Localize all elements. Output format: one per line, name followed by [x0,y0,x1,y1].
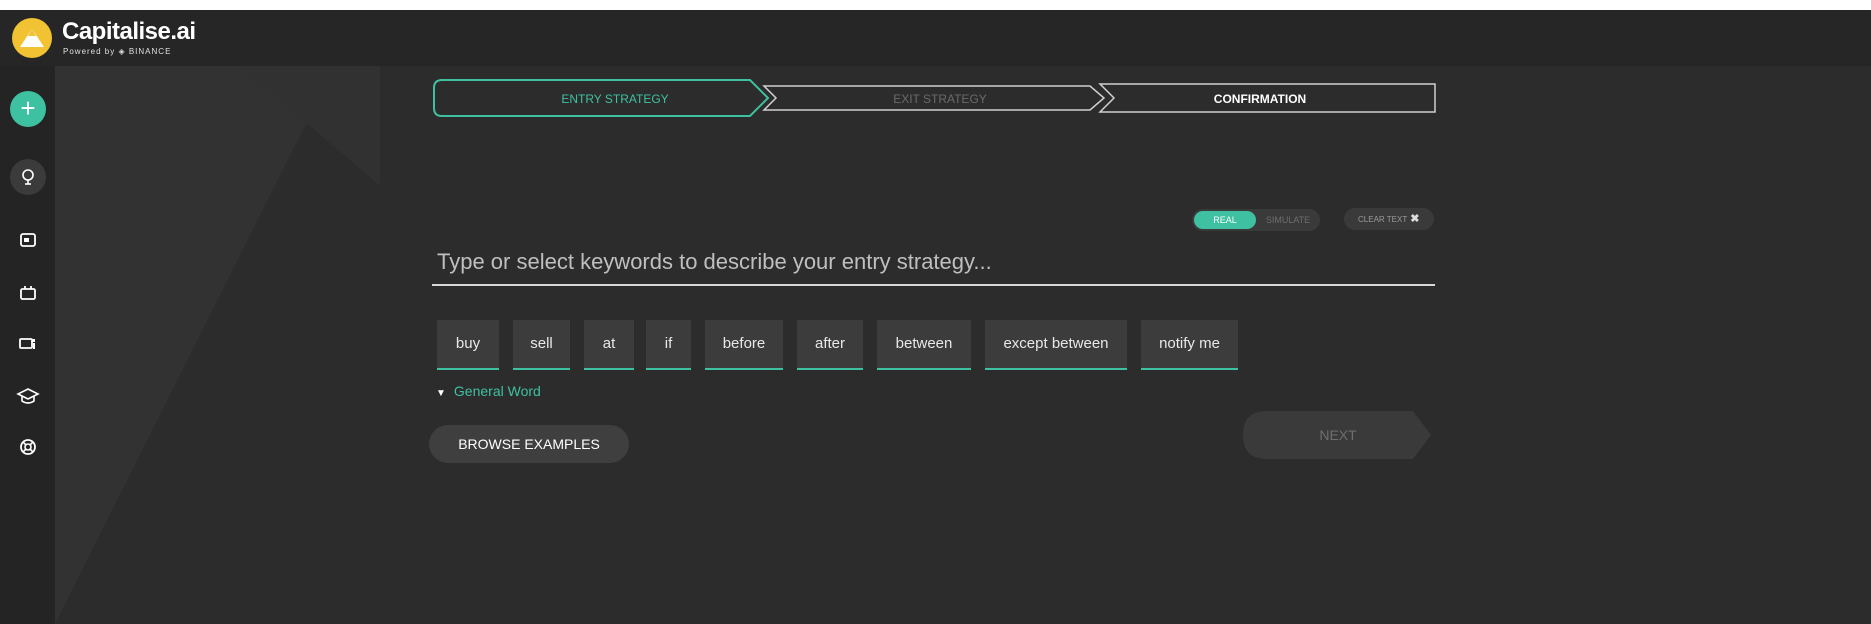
plus-icon: + [20,93,36,123]
clear-text-label: CLEAR TEXT [1358,215,1408,224]
step-exit-strategy[interactable]: EXIT STRATEGY [790,92,1090,106]
step-confirmation[interactable]: CONFIRMATION [1110,92,1410,106]
brand-name: Capitalise.ai [62,18,196,45]
general-word-toggle[interactable]: ▼ General Word [436,383,541,399]
keyword-at[interactable]: at [584,320,634,370]
notifications-button[interactable] [14,330,42,358]
ideas-button[interactable] [10,159,46,195]
keyword-sell[interactable]: sell [513,320,570,370]
simulate-mode-option[interactable]: SIMULATE [1258,211,1318,229]
browse-examples-button[interactable]: BROWSE EXAMPLES [429,425,629,463]
keyword-buy[interactable]: buy [437,320,499,370]
keyword-before[interactable]: before [705,320,783,370]
keyword-except-between[interactable]: except between [985,320,1127,370]
real-mode-option[interactable]: REAL [1194,211,1256,229]
top-bar: Capitalise.ai Powered by ◈ BINANCE [0,10,1871,66]
strategy-input[interactable] [432,240,1435,286]
logo[interactable] [12,18,52,58]
next-button[interactable]: NEXT [1243,411,1433,459]
next-label: NEXT [1319,427,1357,443]
clear-text-button[interactable]: CLEAR TEXT ✖ [1344,208,1434,230]
keyword-if[interactable]: if [646,320,691,370]
keyword-notify-me[interactable]: notify me [1141,320,1238,370]
keyword-after[interactable]: after [797,320,863,370]
sidebar: + [0,66,55,624]
lightbulb-icon [22,169,34,185]
close-icon: ✖ [1410,213,1420,225]
background-stripe [240,66,380,186]
mode-toggle[interactable]: REAL SIMULATE [1192,209,1320,231]
general-word-label: General Word [453,383,541,399]
dashboard-icon [20,233,36,247]
briefcase-icon [20,286,36,300]
notification-icon [19,338,35,349]
keyword-between[interactable]: between [877,320,971,370]
step-entry-strategy[interactable]: ENTRY STRATEGY [500,92,730,106]
dashboard-button[interactable] [14,226,42,254]
portfolio-button[interactable] [14,279,42,307]
graduation-cap-icon [16,388,40,404]
add-strategy-button[interactable]: + [10,91,46,127]
support-icon [20,439,36,455]
triangle-down-icon: ▼ [436,388,446,399]
powered-by: Powered by ◈ BINANCE [63,47,172,56]
logo-mountain-icon [20,29,44,47]
academy-button[interactable] [14,382,42,410]
app-frame: Capitalise.ai Powered by ◈ BINANCE + ENT… [0,10,1871,624]
strategy-steps: ENTRY STRATEGY EXIT STRATEGY CONFIRMATIO… [430,78,1440,118]
support-button[interactable] [14,433,42,461]
